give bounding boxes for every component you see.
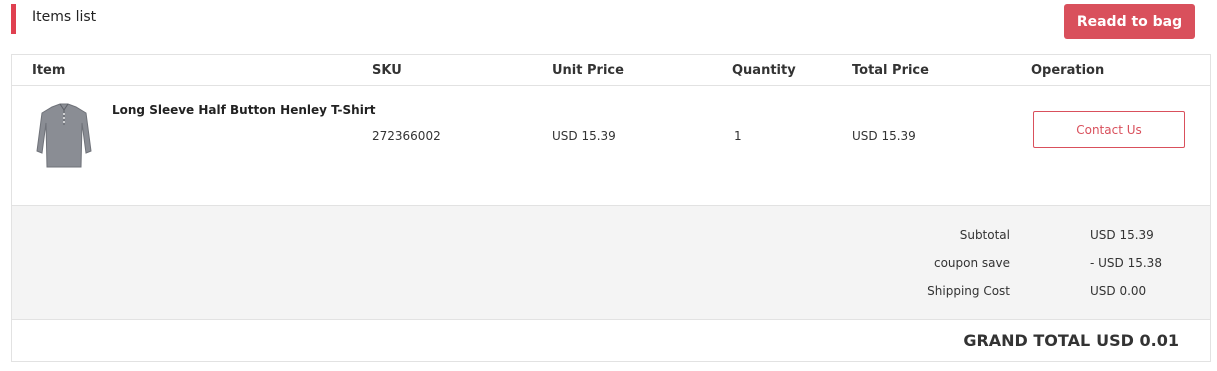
- column-header-operation: Operation: [1031, 63, 1105, 78]
- column-header-sku: SKU: [372, 63, 402, 78]
- grand-total: GRAND TOTAL USD 0.01: [963, 331, 1179, 350]
- items-table: Item SKU Unit Price Quantity Total Price…: [11, 54, 1211, 362]
- table-row: Long Sleeve Half Button Henley T-Shirt 2…: [12, 86, 1210, 206]
- coupon-save-label: coupon save: [933, 256, 1010, 270]
- quantity-value: 1: [734, 129, 742, 143]
- grand-total-label: GRAND TOTAL: [963, 331, 1091, 350]
- product-image[interactable]: [34, 101, 94, 171]
- subtotal-label: Subtotal: [959, 228, 1010, 242]
- coupon-save-value: - USD 15.38: [1090, 256, 1162, 270]
- total-price-value: USD 15.39: [852, 129, 916, 143]
- header-accent-bar: [11, 4, 16, 34]
- shipping-cost-label: Shipping Cost: [927, 284, 1010, 298]
- contact-us-button[interactable]: Contact Us: [1033, 111, 1185, 148]
- sku-value: 272366002: [372, 129, 441, 143]
- column-header-total-price: Total Price: [852, 63, 929, 78]
- column-header-quantity: Quantity: [732, 63, 796, 78]
- unit-price-value: USD 15.39: [552, 129, 616, 143]
- page-title: Items list: [32, 9, 97, 25]
- column-header-item: Item: [32, 63, 66, 78]
- shipping-cost-value: USD 0.00: [1090, 284, 1147, 298]
- subtotal-value: USD 15.39: [1090, 228, 1154, 242]
- order-summary: Subtotal USD 15.39 coupon save - USD 15.…: [12, 206, 1210, 320]
- grand-total-value: USD 0.01: [1096, 331, 1179, 350]
- table-header: Item SKU Unit Price Quantity Total Price…: [12, 55, 1210, 86]
- column-header-unit-price: Unit Price: [552, 63, 624, 78]
- readd-to-bag-button[interactable]: Readd to bag: [1064, 4, 1195, 39]
- product-name-link[interactable]: Long Sleeve Half Button Henley T-Shirt: [112, 103, 375, 117]
